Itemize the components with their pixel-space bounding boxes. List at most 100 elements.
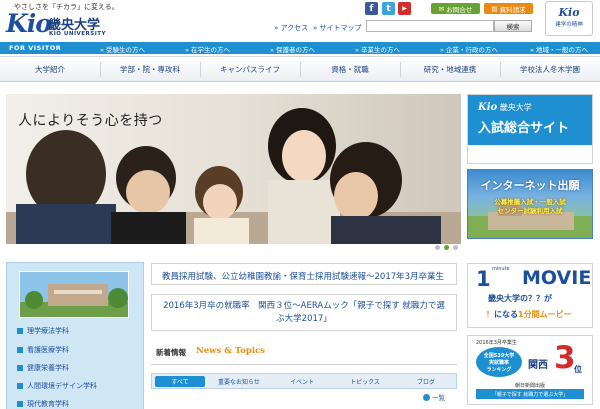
dept-label: 現代教育学科 (27, 400, 69, 408)
movie-minute: minute (492, 266, 510, 272)
hero-caption: 人によりそう心を持つ (18, 113, 163, 129)
nav-campus-life[interactable]: キャンパスライフ (200, 57, 300, 82)
rank-region: 関西 (528, 360, 548, 371)
bullet-icon (17, 328, 23, 334)
facebook-icon[interactable]: f (365, 2, 378, 15)
site-header: やさしさを「チカラ」に変える。 Kio 畿央大学 KIO UNIVERSITY … (0, 0, 600, 41)
nav-career[interactable]: 資格・就職 (300, 57, 400, 82)
mail-icon: ✉ (438, 4, 445, 13)
visitor-item-parents[interactable]: » 保護者の方へ (270, 44, 315, 54)
dept-education[interactable]: 現代教育学科 (17, 399, 69, 409)
contact-button[interactable]: ✉ お問合せ (431, 3, 480, 14)
highlight-link[interactable]: 教員採用試験、公立幼稚園教諭・保育士採用試験速報～2017年3月卒業生 (151, 263, 457, 285)
access-link[interactable]: » アクセス (274, 23, 308, 33)
minute-movie-banner[interactable]: 1 minute MOVIE 畿央大学の？？が ！になる1分間ムービー (467, 263, 593, 328)
news-title-jp: 新着情報 (156, 348, 186, 357)
internet-banner-title: インターネット出願 (480, 179, 580, 192)
arrow-icon: » (274, 24, 279, 32)
slide-dot[interactable] (435, 245, 440, 250)
rank-unit: 位 (574, 365, 582, 374)
news-list-link[interactable]: 一覧 (423, 392, 445, 402)
search-input[interactable] (366, 20, 494, 32)
movie-line3-mid: になる (494, 310, 518, 319)
news-title-en: News & Topics (196, 346, 266, 356)
admission-banner-univ: 畿央大学 (499, 103, 532, 112)
visitor-item-applicants[interactable]: » 受験生の方へ (100, 44, 145, 54)
slide-dot-active[interactable] (444, 245, 449, 250)
hero-slideshow[interactable]: 人によりそう心を持つ (6, 94, 461, 244)
sitemap-link-label: サイトマップ (319, 24, 362, 32)
search-button[interactable]: 検索 (494, 20, 532, 32)
arrow-icon: » (313, 24, 318, 32)
news-list-label: 一覧 (432, 394, 445, 402)
nav-about[interactable]: 大学紹介 (0, 57, 100, 82)
tab-blog[interactable]: ブログ (399, 376, 453, 387)
campus-photo (19, 271, 129, 318)
nav-corporation[interactable]: 学校法人冬木学園 (500, 57, 600, 82)
visitor-item-label: 企業・行政の方へ (446, 46, 499, 54)
visitor-item-alumni[interactable]: » 卒業生の方へ (355, 44, 400, 54)
movie-line3-mark: ！ (486, 310, 494, 319)
dept-design[interactable]: 人間環境デザイン学科 (17, 381, 97, 391)
visitor-item-label: 卒業生の方へ (361, 46, 401, 54)
sitemap-link[interactable]: » サイトマップ (313, 23, 362, 33)
logo-sub: KIO UNIVERSITY (49, 31, 107, 37)
movie-line3-end: 1分間ムービー (518, 310, 572, 319)
badge-logo: Kio (558, 6, 580, 19)
slide-dot[interactable] (453, 245, 458, 250)
internet-banner-sub2: センター試験利用入試 (497, 207, 563, 215)
tab-events[interactable]: イベント (273, 376, 331, 387)
visitor-item-label: 地域・一般の方へ (536, 46, 589, 54)
admission-banner-header: Kio 畿央大学 入試総合サイト (468, 95, 592, 145)
admission-banner-mark: Kio (478, 102, 498, 113)
logo-mark: Kio (6, 9, 52, 38)
movie-number: 1 (476, 267, 491, 291)
founding-spirit-badge[interactable]: Kio 建学の精神 (545, 1, 593, 36)
access-link-label: アクセス (280, 24, 309, 32)
badge-label: 建学の精神 (555, 22, 583, 28)
highlight-link[interactable]: 2016年3月卒の就職率 関西３位～AERAムック「親子で探す 就職力で選ぶ大学… (151, 294, 457, 331)
visitor-nav: FOR VISITOR » 受験生の方へ » 在学生の方へ » 保護者の方へ »… (0, 42, 600, 54)
visitor-item-label: 在学生の方へ (191, 46, 231, 54)
visitor-item-companies[interactable]: » 企業・行政の方へ (440, 44, 498, 54)
tab-all[interactable]: すべて (155, 376, 205, 387)
site-logo[interactable]: Kio 畿央大学 KIO UNIVERSITY (6, 9, 124, 39)
visitor-item-community[interactable]: » 地域・一般の方へ (530, 44, 588, 54)
admission-banner-title: 入試総合サイト (478, 121, 570, 136)
admission-site-banner[interactable]: Kio 畿央大学 入試総合サイト (467, 94, 593, 164)
department-panel: 理学療法学科 看護医療学科 健康栄養学科 人間環境デザイン学科 現代教育学科 (6, 262, 144, 409)
dept-nursing[interactable]: 看護医療学科 (17, 345, 69, 355)
twitter-icon[interactable]: t (382, 2, 395, 15)
rank-source: 朝日新聞出版 (514, 383, 545, 389)
nav-faculties[interactable]: 学部・院・専攻科 (100, 57, 200, 82)
tab-important[interactable]: 重要なお知らせ (210, 376, 268, 387)
contact-button-label: お問合せ (446, 5, 473, 14)
arrow-icon (423, 393, 430, 401)
bullet-icon (17, 365, 23, 371)
tab-topics[interactable]: トピックス (336, 376, 394, 387)
rank-circle-line1: 全国539大学 (483, 353, 515, 359)
request-docs-button[interactable]: ▤ 資料請求 (484, 3, 533, 14)
rank-circle: 全国539大学 実就職率 ランキング (476, 347, 522, 377)
dept-nutrition[interactable]: 健康栄養学科 (17, 363, 69, 373)
news-heading: 新着情報 News & Topics (151, 345, 457, 361)
visitor-item-students[interactable]: » 在学生の方へ (185, 44, 230, 54)
rank-year: 2016年3月卒業生 (476, 340, 517, 346)
nav-research[interactable]: 研究・地域連携 (400, 57, 500, 82)
dept-physical-therapy[interactable]: 理学療法学科 (17, 326, 69, 336)
dept-label: 人間環境デザイン学科 (27, 382, 97, 390)
document-icon: ▤ (491, 4, 498, 13)
main-nav: 大学紹介 学部・院・専攻科 キャンパスライフ 資格・就職 研究・地域連携 学校法… (0, 56, 600, 82)
divider (151, 364, 457, 365)
page: やさしさを「チカラ」に変える。 Kio 畿央大学 KIO UNIVERSITY … (0, 0, 600, 409)
youtube-icon[interactable]: ▶ (398, 2, 411, 15)
movie-word: MOVIE (522, 267, 592, 289)
bullet-icon (17, 383, 23, 389)
employment-rank-banner[interactable]: 2016年3月卒業生 全国539大学 実就職率 ランキング 関西 3 位 朝日新… (467, 335, 593, 405)
news-tabs: すべて 重要なお知らせ イベント トピックス ブログ (151, 373, 457, 389)
request-docs-button-label: 資料請求 (499, 5, 526, 14)
visitor-item-label: 受験生の方へ (106, 46, 146, 54)
internet-application-banner[interactable]: インターネット出願 公募推薦入試・一般入試 センター試験利用入試 (467, 169, 593, 239)
bullet-icon (17, 347, 23, 353)
dept-label: 理学療法学科 (27, 327, 69, 335)
